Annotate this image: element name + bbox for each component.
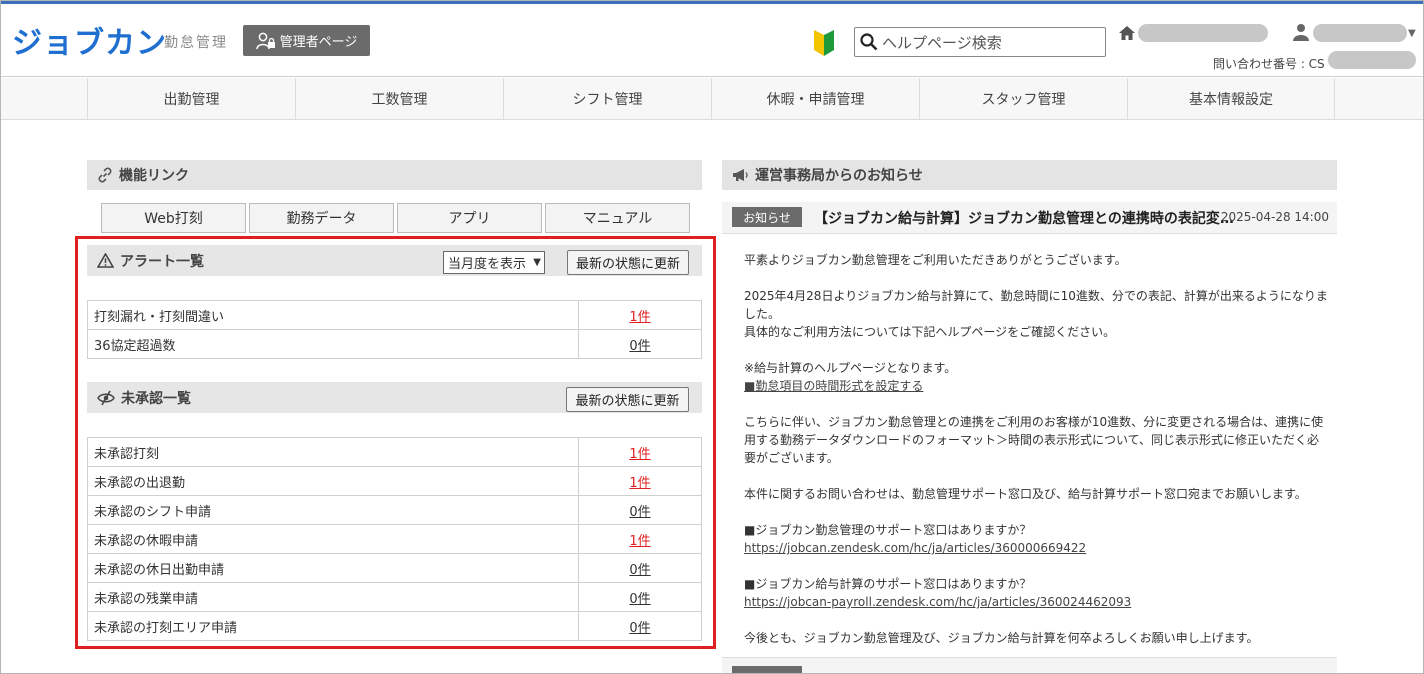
news-badge: お知らせ [732,207,802,227]
help-search-box[interactable]: ヘルプページ検索 [854,27,1106,57]
news-line: 2025年4月28日よりジョブカン給与計算にて、勤怠時間に10進数、分での表記、… [744,289,1328,321]
next-news-badge [732,666,802,674]
inquiry-number-redacted [1328,51,1416,69]
logo-subtitle: 勤怠管理 [164,35,228,51]
news-line: 今後とも、ジョブカン勤怠管理及び、ジョブカン給与計算を何卒よろしくお願い申し上げ… [744,631,1259,645]
nav-attendance[interactable]: 出勤管理 [87,78,295,119]
header: ジョブカン 勤怠管理 管理者ページ ヘルプページ検索 ▼ 問い合わせ番号 : C… [0,4,1424,77]
admin-page-button[interactable]: 管理者ページ [243,25,370,56]
attendance-support-link[interactable]: https://jobcan.zendesk.com/hc/ja/article… [744,539,1328,557]
news-item-date: 2025-04-28 14:00 [1220,210,1329,224]
function-links-title: 機能リンク [119,168,189,184]
main-nav: 出勤管理 工数管理 シフト管理 休暇・申請管理 スタッフ管理 基本情報設定 [0,78,1424,120]
tab-manual[interactable]: マニュアル [545,203,690,233]
news-line: こちらに伴い、ジョブカン勤怠管理との連携をご利用のお客様が10進数、分に変更され… [744,415,1324,465]
news-line: 具体的なご利用方法については下記ヘルプページをご確認ください。 [744,325,1116,339]
admin-lock-user-icon [255,32,275,49]
nav-staff[interactable]: スタッフ管理 [919,78,1127,119]
link-icon [98,167,112,183]
help-page-link[interactable]: ■勤怠項目の時間形式を設定する [744,377,1328,395]
news-item-title[interactable]: 【ジョブカン給与計算】ジョブカン勤怠管理との連携時の表記変更について [814,208,1234,228]
search-placeholder: ヘルプページ検索 [882,33,1002,52]
news-line: 平素よりジョブカン勤怠管理をご利用いただきありがとうございます。 [744,253,1127,267]
tab-app[interactable]: アプリ [397,203,542,233]
tab-web-punch[interactable]: Web打刻 [101,203,246,233]
news-body: 平素よりジョブカン勤怠管理をご利用いただきありがとうございます。 2025年4月… [744,251,1328,647]
company-name-redacted [1138,24,1268,42]
news-line: ■ジョブカン給与計算のサポート窓口はありますか？ [744,577,1032,591]
user-name-redacted[interactable] [1313,24,1407,42]
nav-basic-settings[interactable]: 基本情報設定 [1127,78,1335,119]
news-title: 運営事務局からのお知らせ [755,168,923,184]
highlight-annotation-box [75,236,716,649]
news-item-header[interactable]: お知らせ 【ジョブカン給与計算】ジョブカン勤怠管理との連携時の表記変更について … [722,202,1337,234]
news-line: ※給与計算のヘルプページとなります。 [744,361,957,375]
nav-man-hours[interactable]: 工数管理 [295,78,503,119]
news-header: 運営事務局からのお知らせ [722,160,1337,190]
payroll-support-link[interactable]: https://jobcan-payroll.zendesk.com/hc/ja… [744,593,1328,611]
next-news-item[interactable] [722,657,1337,674]
function-links-header: 機能リンク [87,160,702,190]
news-line: ■ジョブカン勤怠管理のサポート窓口はありますか？ [744,523,1032,537]
search-icon [860,33,878,51]
logo[interactable]: ジョブカン [12,18,167,62]
megaphone-icon [733,169,748,181]
beginner-mark-icon[interactable] [812,29,836,57]
news-line: 本件に関するお問い合わせは、勤怠管理サポート窓口及び、給与計算サポート窓口宛まで… [744,487,1307,501]
nav-leave-requests[interactable]: 休暇・申請管理 [711,78,919,119]
home-icon[interactable] [1118,25,1136,41]
user-menu-chevron-down-icon[interactable]: ▼ [1408,28,1416,39]
tab-work-data[interactable]: 勤務データ [249,203,394,233]
nav-shift[interactable]: シフト管理 [503,78,711,119]
admin-page-label: 管理者ページ [279,35,358,50]
inquiry-number-label: 問い合わせ番号 : CS [1213,57,1325,71]
user-icon[interactable] [1292,23,1310,41]
